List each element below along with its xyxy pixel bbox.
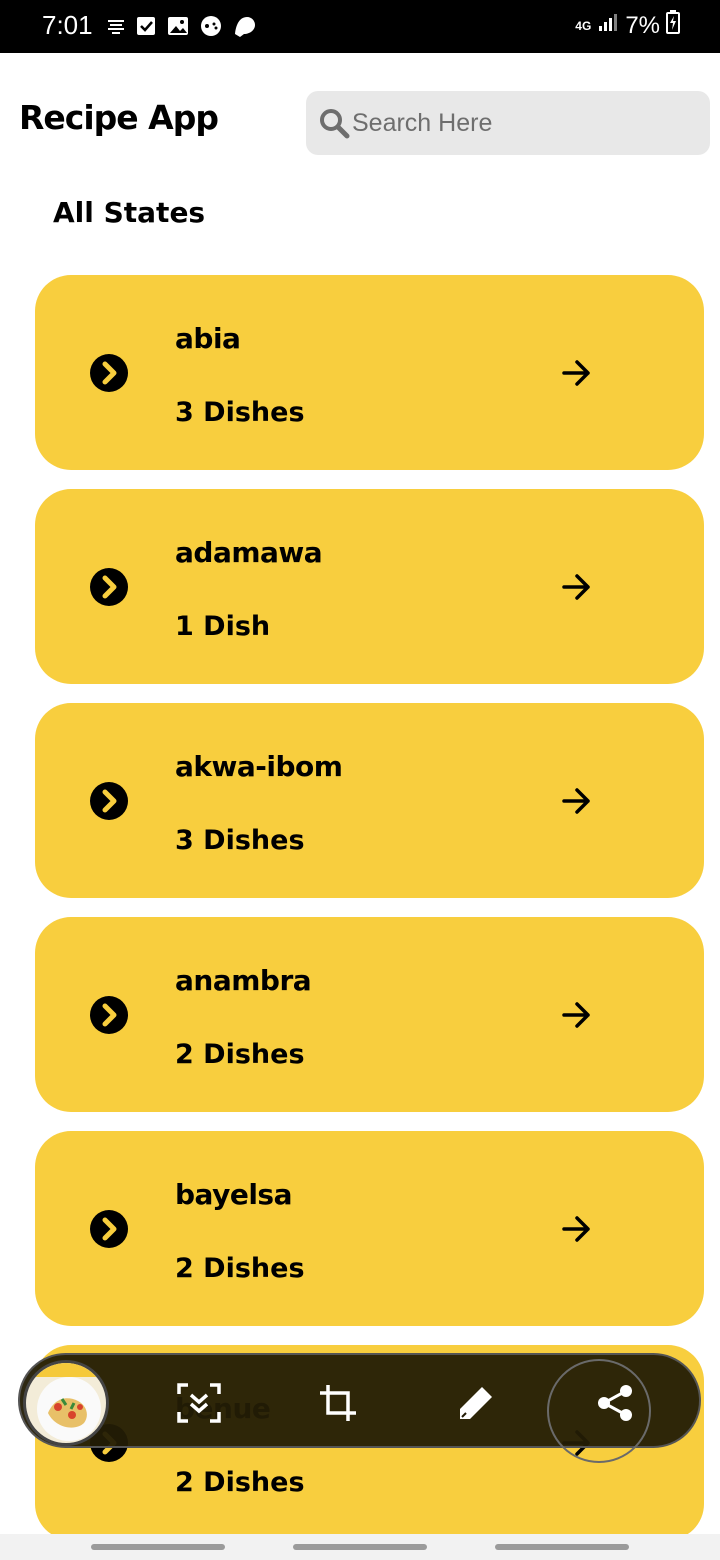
chevron-circle-icon (90, 996, 128, 1034)
checkbox-icon (135, 15, 157, 37)
sync-icon (106, 16, 126, 36)
notification-icons (106, 14, 258, 38)
chevron-circle-icon (90, 568, 128, 606)
dish-count: 1 Dish (175, 611, 271, 642)
nav-home-handle[interactable] (293, 1544, 427, 1550)
signal-icon (597, 11, 619, 40)
chevron-circle-icon (90, 782, 128, 820)
dish-count: 2 Dishes (175, 1253, 305, 1284)
image-icon (166, 15, 190, 37)
state-name: anambra (175, 964, 312, 997)
search-bar[interactable] (306, 91, 710, 155)
nav-back-handle[interactable] (495, 1544, 629, 1550)
bird-icon (232, 14, 258, 38)
chevron-circle-icon (90, 1210, 128, 1248)
dish-count: 3 Dishes (175, 825, 305, 856)
share-icon (598, 1385, 632, 1421)
state-card[interactable]: adamawa 1 Dish (35, 489, 704, 684)
scroll-capture-icon (177, 1383, 221, 1423)
chevron-circle-icon (90, 354, 128, 392)
arrow-right-icon[interactable] (562, 1001, 592, 1029)
network-type: 4G (575, 18, 592, 33)
scroll-capture-button[interactable] (175, 1379, 223, 1427)
search-icon (320, 109, 350, 139)
navigation-bar (0, 1534, 720, 1560)
screenshot-toolbar (18, 1353, 701, 1463)
state-card[interactable]: abia 3 Dishes (35, 275, 704, 470)
gamepad-icon (199, 15, 223, 37)
arrow-right-icon[interactable] (562, 573, 592, 601)
dish-count: 3 Dishes (175, 397, 305, 428)
state-card[interactable]: bayelsa 2 Dishes (35, 1131, 704, 1326)
state-name: adamawa (175, 536, 323, 569)
search-input[interactable] (352, 108, 692, 138)
arrow-right-icon[interactable] (562, 1215, 592, 1243)
crop-icon (320, 1385, 356, 1421)
dish-count: 2 Dishes (175, 1039, 305, 1070)
edit-button[interactable] (452, 1379, 500, 1427)
state-name: bayelsa (175, 1178, 292, 1211)
battery-percent: 7% (625, 11, 660, 39)
screenshot-thumbnail[interactable] (23, 1360, 109, 1446)
battery-charging-icon (666, 10, 680, 41)
section-title: All States (53, 196, 206, 229)
crop-button[interactable] (314, 1379, 362, 1427)
status-time: 7:01 (42, 10, 93, 40)
state-name: abia (175, 322, 241, 355)
arrow-right-icon[interactable] (562, 787, 592, 815)
status-bar: 7:01 4G 7% (0, 0, 720, 53)
dish-count: 2 Dishes (175, 1467, 305, 1498)
state-name: akwa-ibom (175, 750, 343, 783)
state-card[interactable]: anambra 2 Dishes (35, 917, 704, 1112)
nav-recents-handle[interactable] (91, 1544, 225, 1550)
share-button[interactable] (591, 1379, 639, 1427)
status-right: 4G 7% (575, 10, 680, 41)
arrow-right-icon[interactable] (562, 359, 592, 387)
state-card[interactable]: akwa-ibom 3 Dishes (35, 703, 704, 898)
edit-pen-icon (460, 1387, 492, 1419)
app-title: Recipe App (19, 98, 219, 137)
